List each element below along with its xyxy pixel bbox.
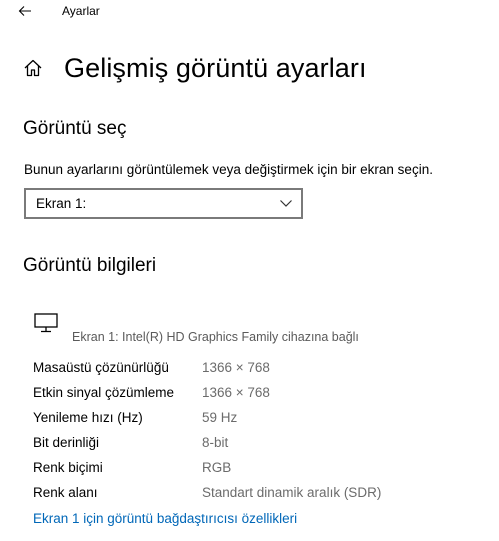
info-value: 59 Hz — [202, 410, 238, 425]
chevron-down-icon — [280, 200, 292, 207]
info-label: Masaüstü çözünürlüğü — [33, 360, 169, 375]
info-row-active-signal-resolution: Etkin sinyal çözümleme 1366 × 768 — [33, 385, 473, 405]
home-button[interactable] — [22, 57, 44, 79]
home-icon — [24, 59, 42, 77]
info-value: 1366 × 768 — [202, 360, 270, 375]
app-title: Ayarlar — [62, 4, 100, 18]
info-value: 8-bit — [202, 435, 229, 450]
adapter-properties-link[interactable]: Ekran 1 için görüntü bağdaştırıcısı özel… — [33, 511, 297, 526]
info-label: Renk biçimi — [33, 460, 103, 475]
info-row-bit-depth: Bit derinliği 8-bit — [33, 435, 473, 455]
monitor-icon — [34, 313, 58, 333]
info-label: Yenileme hızı (Hz) — [33, 410, 143, 425]
info-row-color-format: Renk biçimi RGB — [33, 460, 473, 480]
page-header: Gelişmiş görüntü ayarları — [22, 48, 367, 88]
adapter-info: Ekran 1: Intel(R) HD Graphics Family cih… — [72, 330, 359, 344]
select-display-heading: Görüntü seç — [23, 118, 127, 139]
info-label: Renk alanı — [33, 485, 98, 500]
select-display-description: Bunun ayarlarını görüntülemek veya değiş… — [24, 162, 433, 177]
display-select-value: Ekran 1: — [36, 196, 87, 211]
display-info-heading: Görüntü bilgileri — [23, 255, 157, 276]
back-arrow-icon — [18, 6, 31, 16]
info-row-refresh-rate: Yenileme hızı (Hz) 59 Hz — [33, 410, 473, 430]
info-value: Standart dinamik aralık (SDR) — [202, 485, 382, 500]
info-value: 1366 × 768 — [202, 385, 270, 400]
info-row-color-space: Renk alanı Standart dinamik aralık (SDR) — [33, 485, 473, 505]
page-title: Gelişmiş görüntü ayarları — [64, 52, 367, 83]
info-label: Etkin sinyal çözümleme — [33, 385, 175, 400]
info-row-desktop-resolution: Masaüstü çözünürlüğü 1366 × 768 — [33, 360, 473, 380]
display-select[interactable]: Ekran 1: — [24, 188, 303, 219]
back-button[interactable] — [12, 0, 38, 22]
info-value: RGB — [202, 460, 232, 475]
info-label: Bit derinliği — [33, 435, 100, 450]
title-bar: Ayarlar — [0, 0, 499, 24]
